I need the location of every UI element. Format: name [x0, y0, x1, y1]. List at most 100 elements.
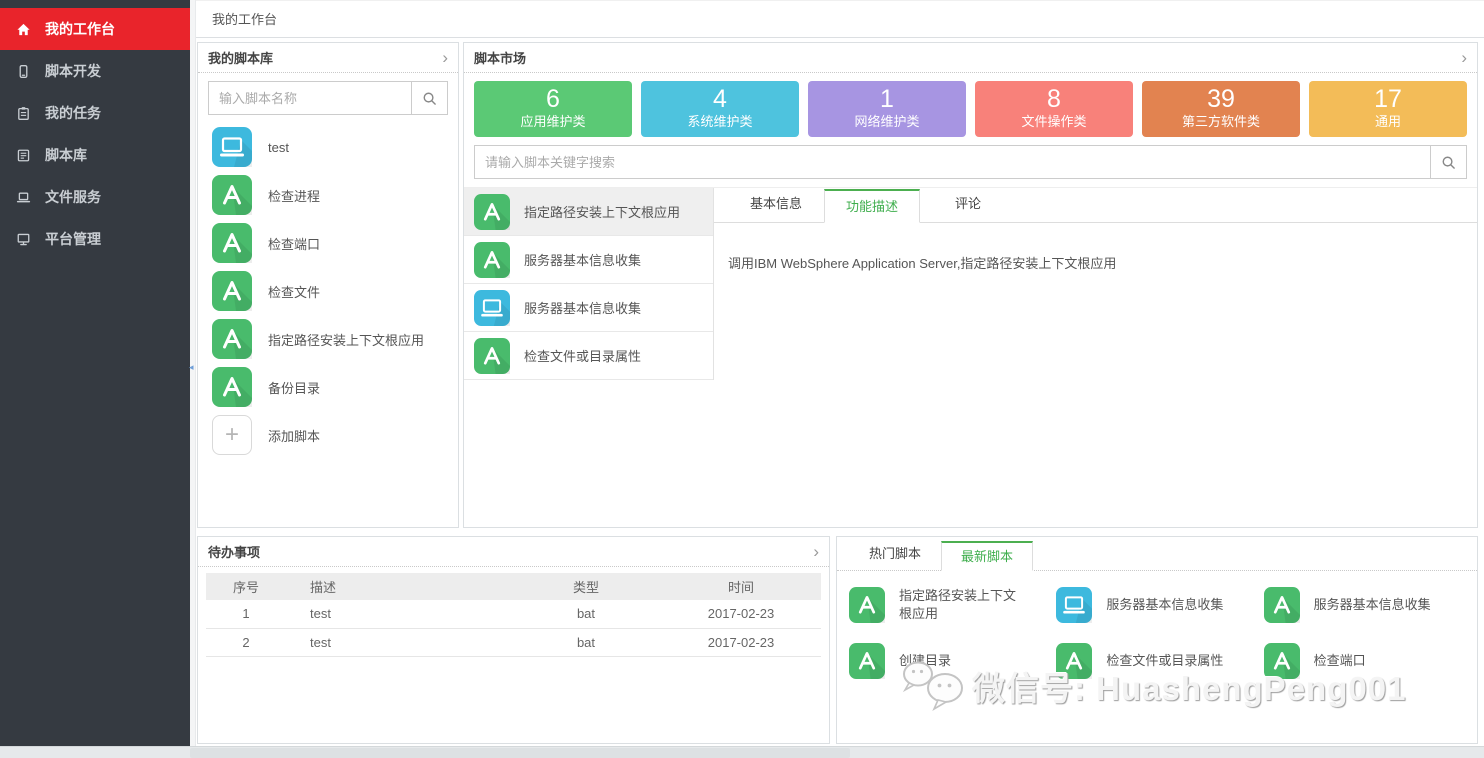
sidebar-item-label: 文件服务	[45, 187, 101, 207]
script-market-header: 脚本市场 ›	[464, 43, 1477, 73]
column-header: 序号	[206, 573, 286, 600]
market-script-row[interactable]: 服务器基本信息收集	[464, 236, 713, 284]
list-item[interactable]: 检查文件或目录属性	[1056, 637, 1263, 685]
script-label: 检查进程	[268, 186, 320, 205]
table-row[interactable]: 2 test bat 2017-02-23	[206, 628, 821, 656]
sidebar: 我的工作台 脚本开发 我的任务 脚本库 文件服务 平台管理	[0, 0, 190, 746]
panel-title: 脚本市场	[474, 48, 526, 67]
my-script-search-input[interactable]	[209, 82, 411, 114]
cell-time: 2017-02-23	[661, 628, 821, 656]
my-script-library-panel: 我的脚本库 › test 检查进程 检查端口 检查文件	[197, 42, 459, 528]
sidebar-item-my-tasks[interactable]: 我的任务	[0, 92, 190, 134]
laptop-app-icon	[212, 127, 252, 167]
category-card-general[interactable]: 17 通用	[1309, 81, 1467, 137]
cell-desc: test	[286, 628, 511, 656]
chevron-right-icon[interactable]: ›	[1461, 49, 1467, 66]
category-count: 1	[808, 85, 966, 113]
script-description: 调用IBM WebSphere Application Server,指定路径安…	[714, 223, 1477, 302]
script-label: 服务器基本信息收集	[524, 250, 641, 269]
market-script-row[interactable]: 服务器基本信息收集	[464, 284, 713, 332]
category-card-file-operations[interactable]: 8 文件操作类	[975, 81, 1133, 137]
list-item[interactable]: 服务器基本信息收集	[1056, 581, 1263, 629]
list-item[interactable]: 服务器基本信息收集	[1264, 581, 1471, 629]
workbench-page: 我的工作台 脚本开发 我的任务 脚本库 文件服务 平台管理 ◂ 我的工作台	[0, 0, 1484, 758]
list-item[interactable]: 检查文件	[212, 267, 458, 315]
appstore-icon	[849, 587, 885, 623]
horizontal-scrollbar[interactable]	[0, 746, 1484, 758]
script-label: 检查文件或目录属性	[524, 346, 641, 365]
laptop-app-icon	[1056, 587, 1092, 623]
script-label: 服务器基本信息收集	[524, 298, 641, 317]
category-card-system-maintenance[interactable]: 4 系统维护类	[641, 81, 799, 137]
column-header: 类型	[511, 573, 661, 600]
appstore-icon	[212, 319, 252, 359]
category-card-third-party[interactable]: 39 第三方软件类	[1142, 81, 1300, 137]
script-detail: 基本信息 功能描述 评论 调用IBM WebSphere Application…	[714, 188, 1477, 382]
topbar: 我的工作台	[196, 0, 1484, 38]
script-label: 检查文件或目录属性	[1106, 652, 1223, 670]
panel-title: 待办事项	[208, 542, 260, 561]
cell-seq: 1	[206, 600, 286, 628]
sidebar-splitter[interactable]: ◂	[190, 0, 196, 746]
search-icon	[1441, 155, 1456, 170]
sidebar-item-label: 我的工作台	[45, 19, 115, 39]
script-label: 指定路径安装上下文根应用	[524, 202, 680, 221]
search-button[interactable]	[1430, 146, 1466, 178]
tab-comments[interactable]: 评论	[920, 188, 1016, 222]
my-script-list: test 检查进程 检查端口 检查文件 指定路径安装上下文根应用 备份目录	[198, 119, 458, 459]
add-script-button[interactable]: + 添加脚本	[212, 411, 458, 459]
list-item[interactable]: 检查进程	[212, 171, 458, 219]
list-item[interactable]: 指定路径安装上下文根应用	[212, 315, 458, 363]
detail-tabs: 基本信息 功能描述 评论	[714, 188, 1477, 223]
list-item[interactable]: test	[212, 123, 458, 171]
category-card-network-maintenance[interactable]: 1 网络维护类	[808, 81, 966, 137]
scrollbar-thumb[interactable]	[190, 748, 850, 758]
market-script-row[interactable]: 指定路径安装上下文根应用	[464, 188, 713, 236]
cell-seq: 2	[206, 628, 286, 656]
my-script-searchbox	[208, 81, 448, 115]
chevron-right-icon[interactable]: ›	[813, 543, 819, 560]
todo-panel: 待办事项 › 序号 描述 类型 时间 1 test bat 2017-02-23	[197, 536, 830, 744]
market-search-input[interactable]	[475, 146, 1430, 178]
list-item[interactable]: 备份目录	[212, 363, 458, 411]
category-count: 39	[1142, 85, 1300, 113]
appstore-icon	[474, 194, 510, 230]
tab-latest-scripts[interactable]: 最新脚本	[941, 541, 1033, 571]
clipboard-icon	[16, 106, 31, 121]
market-script-list: 指定路径安装上下文根应用 服务器基本信息收集 服务器基本信息收集 检查文件或目录…	[464, 188, 714, 380]
sidebar-item-label: 平台管理	[45, 229, 101, 249]
market-script-row[interactable]: 检查文件或目录属性	[464, 332, 713, 380]
appstore-icon	[474, 242, 510, 278]
category-card-app-maintenance[interactable]: 6 应用维护类	[474, 81, 632, 137]
table-row[interactable]: 1 test bat 2017-02-23	[206, 600, 821, 628]
script-label: 备份目录	[268, 378, 320, 397]
list-item[interactable]: 检查端口	[1264, 637, 1471, 685]
category-label: 网络维护类	[808, 113, 966, 131]
category-label: 应用维护类	[474, 113, 632, 131]
monitor-icon	[16, 232, 31, 247]
appstore-icon	[849, 643, 885, 679]
latest-scripts-panel: 热门脚本 最新脚本 指定路径安装上下文根应用 服务器基本信息收集 服务器基本信息…	[836, 536, 1478, 744]
sidebar-item-file-service[interactable]: 文件服务	[0, 176, 190, 218]
plus-icon: +	[212, 415, 252, 455]
chevron-right-icon[interactable]: ›	[442, 49, 448, 66]
tab-function-description[interactable]: 功能描述	[824, 189, 920, 223]
collapse-arrow-icon[interactable]: ◂	[189, 362, 194, 373]
tab-basic-info[interactable]: 基本信息	[728, 188, 824, 222]
category-label: 第三方软件类	[1142, 113, 1300, 131]
appstore-icon	[212, 271, 252, 311]
appstore-icon	[474, 338, 510, 374]
script-label: 指定路径安装上下文根应用	[268, 330, 424, 349]
sidebar-item-script-library[interactable]: 脚本库	[0, 134, 190, 176]
sidebar-item-platform-admin[interactable]: 平台管理	[0, 218, 190, 260]
list-item[interactable]: 创建目录	[849, 637, 1056, 685]
list-item[interactable]: 检查端口	[212, 219, 458, 267]
list-item[interactable]: 指定路径安装上下文根应用	[849, 581, 1056, 629]
todo-table: 序号 描述 类型 时间 1 test bat 2017-02-23 2 test…	[206, 573, 821, 657]
tab-hot-scripts[interactable]: 热门脚本	[849, 540, 941, 570]
sidebar-item-workbench[interactable]: 我的工作台	[0, 8, 190, 50]
sidebar-item-script-dev[interactable]: 脚本开发	[0, 50, 190, 92]
script-label: 检查端口	[1314, 652, 1366, 670]
cell-type: bat	[511, 600, 661, 628]
search-button[interactable]	[411, 82, 447, 114]
